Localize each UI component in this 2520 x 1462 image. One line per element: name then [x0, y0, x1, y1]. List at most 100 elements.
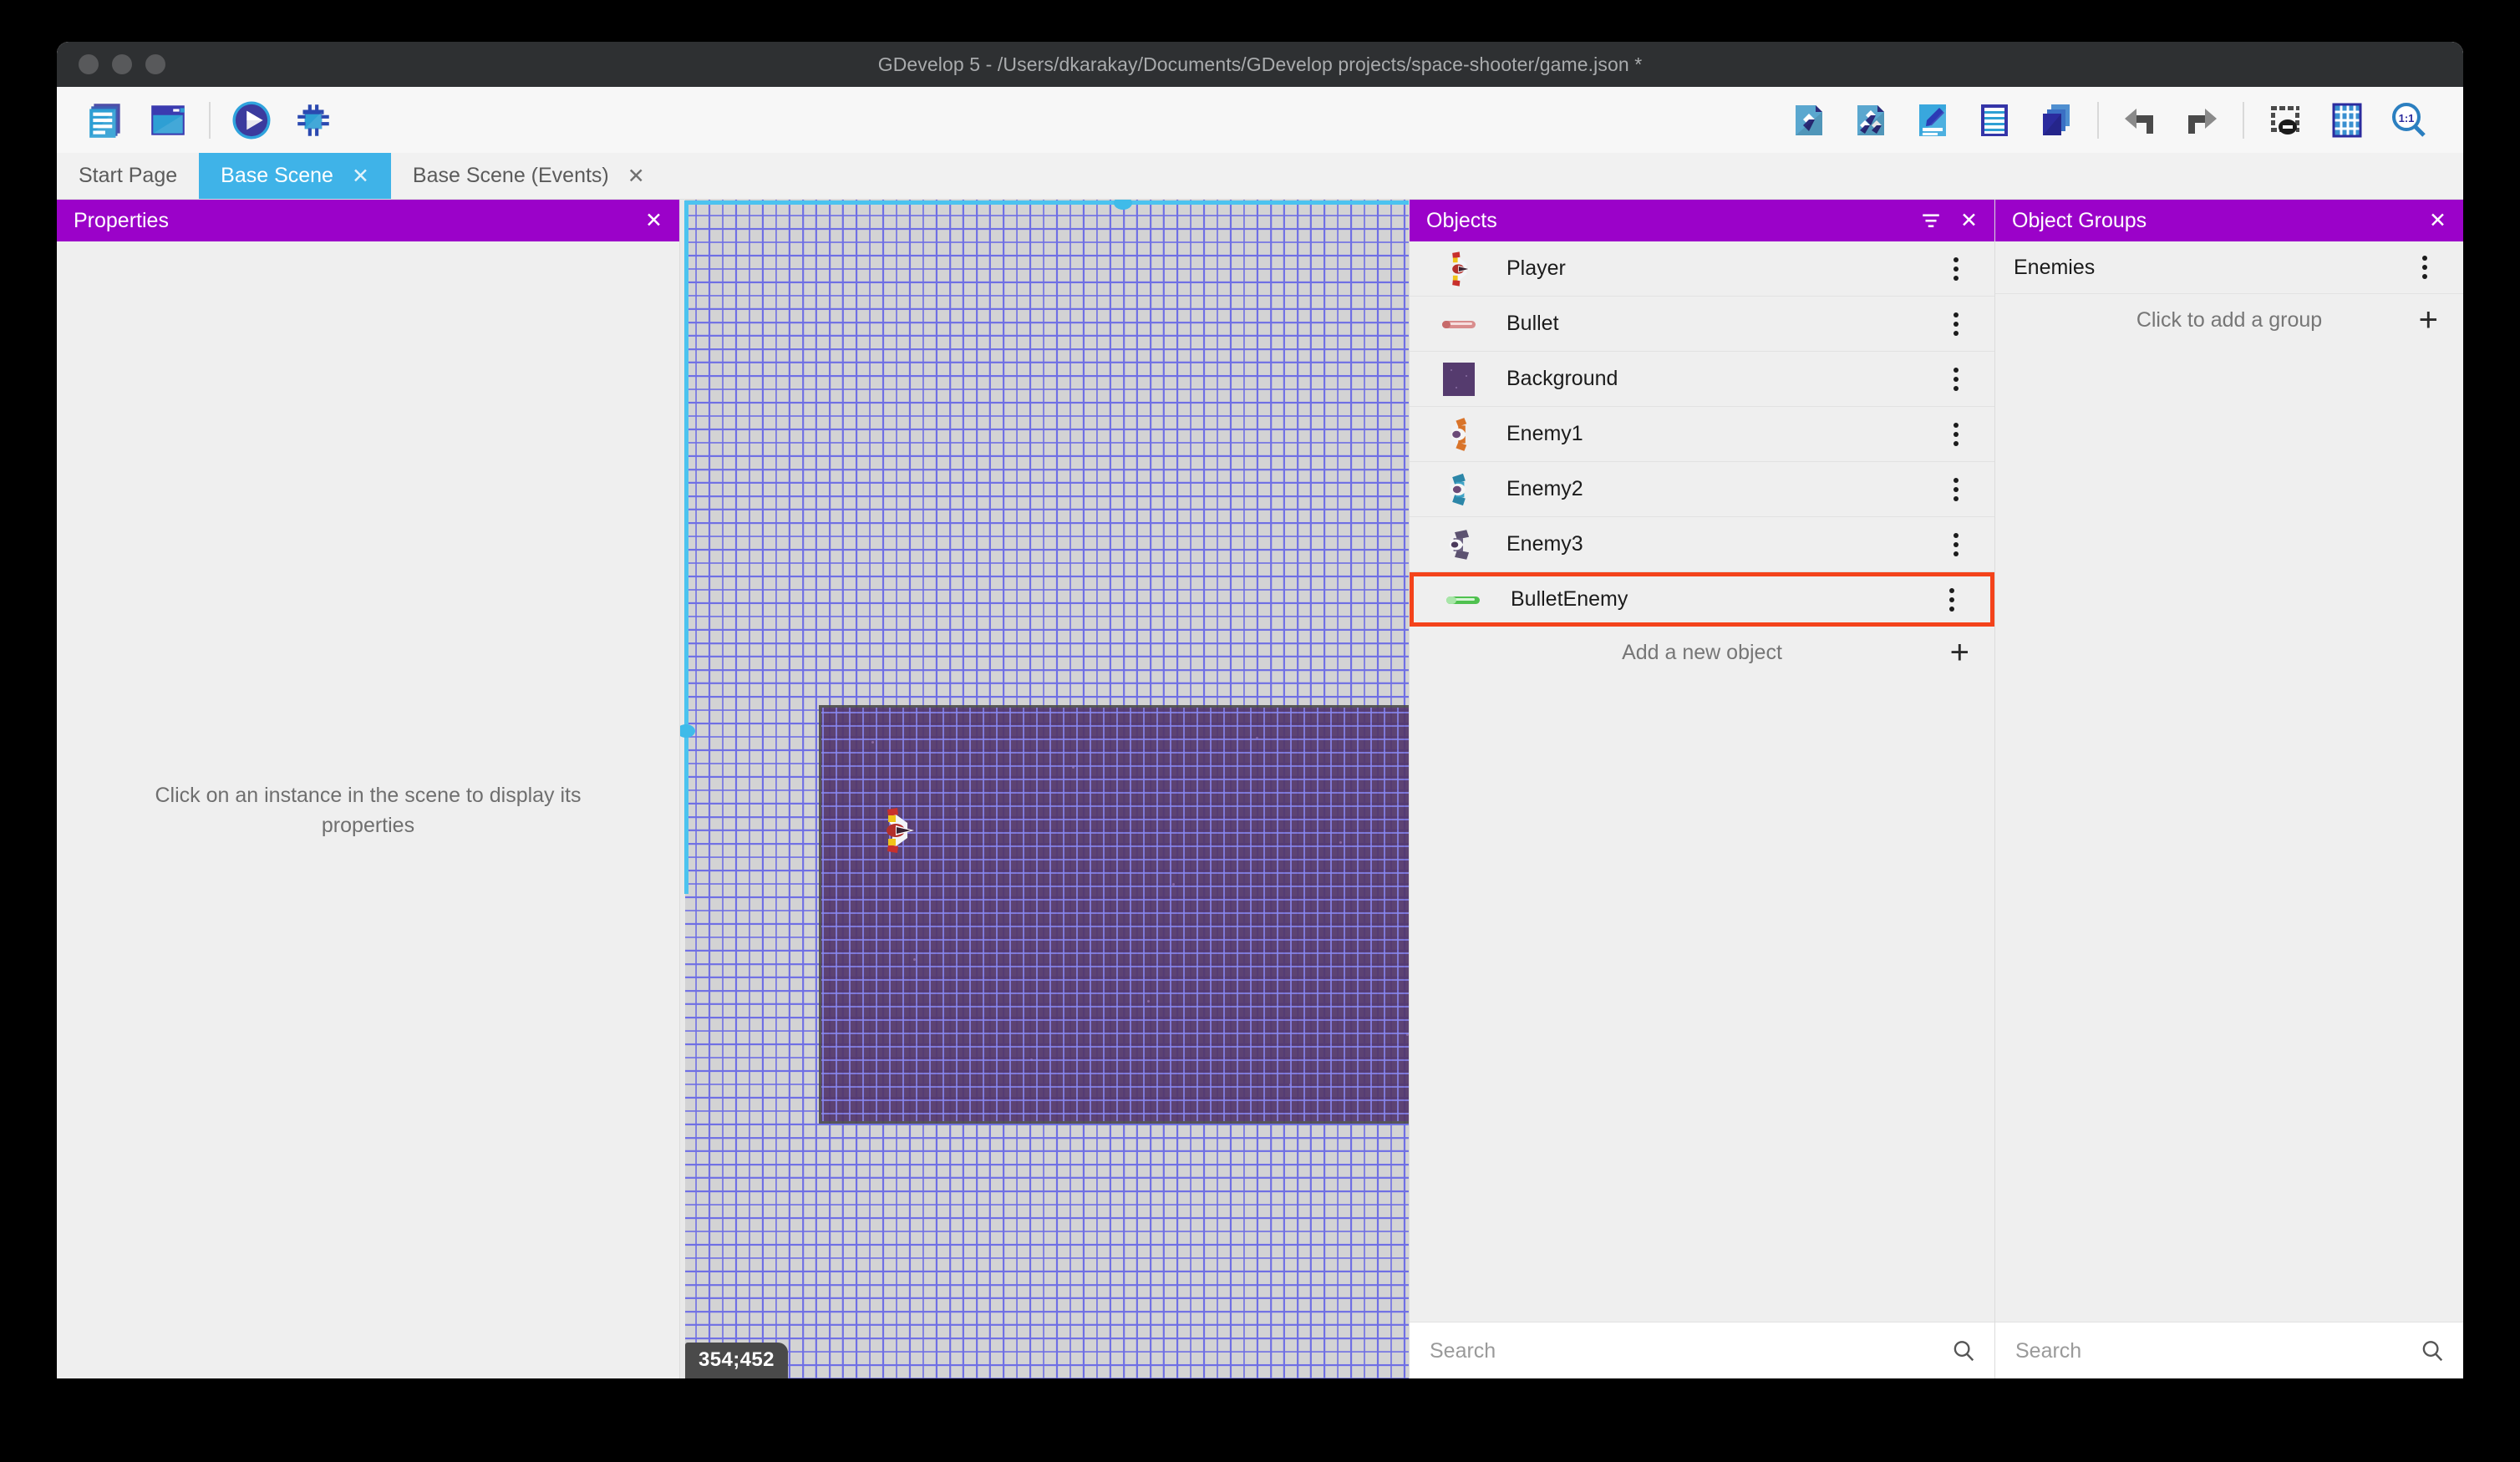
- object-name: Enemy2: [1506, 477, 1583, 500]
- group-options-menu-icon[interactable]: [2400, 256, 2450, 279]
- redo-arrow-icon[interactable]: [2178, 97, 2225, 144]
- edit-scene-properties-icon[interactable]: [1909, 97, 1956, 144]
- add-new-object-button[interactable]: Add a new object +: [1410, 627, 1994, 678]
- objects-search-input[interactable]: [1428, 1338, 1951, 1364]
- search-icon[interactable]: [1951, 1338, 1976, 1363]
- object-options-menu-icon[interactable]: [1931, 367, 1981, 391]
- object-options-menu-icon[interactable]: [1931, 532, 1981, 556]
- enemy3-ship-thumbnail: [1428, 526, 1490, 563]
- scene-editor-icon[interactable]: [145, 97, 191, 144]
- groups-panel-title: Object Groups: [2012, 208, 2147, 232]
- filter-icon[interactable]: [1920, 210, 1942, 231]
- toolbar-left-group: [75, 97, 344, 144]
- object-name: Player: [1506, 256, 1566, 280]
- objects-panel-header: Objects ✕: [1410, 200, 1994, 241]
- object-name: Enemy3: [1506, 532, 1583, 556]
- background-square-thumbnail: [1428, 362, 1490, 397]
- tab-label: Base Scene (Events): [412, 164, 609, 187]
- group-name: Enemies: [2014, 255, 2096, 279]
- tab-label: Base Scene: [221, 164, 333, 187]
- object-row-enemy3[interactable]: Enemy3: [1410, 517, 1994, 572]
- object-options-menu-icon[interactable]: [1931, 312, 1981, 336]
- scene-boundary-top: [684, 201, 1409, 205]
- object-row-bullet[interactable]: Bullet: [1410, 297, 1994, 352]
- window-controls[interactable]: [79, 54, 165, 74]
- search-icon[interactable]: [2420, 1338, 2445, 1363]
- add-new-group-button[interactable]: Click to add a group +: [1995, 294, 2463, 346]
- window-title: GDevelop 5 - /Users/dkarakay/Documents/G…: [877, 53, 1643, 75]
- close-icon[interactable]: ✕: [645, 208, 663, 233]
- background-stars: [821, 708, 1409, 1121]
- instance-player[interactable]: [874, 805, 926, 856]
- tab-close-icon[interactable]: ✕: [627, 164, 645, 189]
- zoom-button[interactable]: [145, 54, 165, 74]
- cursor-coordinates: 354;452: [685, 1343, 788, 1378]
- toolbar-separator-2: [2097, 101, 2099, 139]
- enemy2-ship-thumbnail: [1428, 471, 1490, 508]
- objects-panel: Objects ✕ Player Bullet Background Enemy…: [1409, 200, 1994, 1378]
- instance-background[interactable]: [819, 705, 1409, 1124]
- object-options-menu-icon[interactable]: [1931, 256, 1981, 281]
- tab-base-scene-events[interactable]: Base Scene (Events) ✕: [390, 153, 667, 199]
- toolbar-separator-3: [2243, 101, 2244, 139]
- enemy1-ship-thumbnail: [1428, 416, 1490, 453]
- add-object-label: Add a new object: [1622, 640, 1782, 664]
- add-object-icon[interactable]: [1786, 97, 1832, 144]
- toggle-grid-icon[interactable]: [2324, 97, 2370, 144]
- main-toolbar: 1:1: [57, 87, 2463, 153]
- close-icon[interactable]: ✕: [1960, 208, 1978, 233]
- zoom-one-to-one-icon[interactable]: 1:1: [2385, 97, 2432, 144]
- minimize-button[interactable]: [112, 54, 132, 74]
- objects-list: Player Bullet Background Enemy1 Enemy2 E…: [1410, 241, 1994, 1322]
- object-groups-panel: Object Groups ✕ Enemies Click to add a g…: [1994, 200, 2463, 1378]
- properties-empty-message: Click on an instance in the scene to dis…: [155, 783, 582, 837]
- close-icon[interactable]: ✕: [2429, 208, 2446, 233]
- object-row-player[interactable]: Player: [1410, 241, 1994, 297]
- group-row-enemies[interactable]: Enemies: [1995, 241, 2463, 294]
- tab-close-icon[interactable]: ✕: [352, 164, 369, 189]
- properties-panel-header: Properties ✕: [57, 200, 679, 241]
- object-row-background[interactable]: Background: [1410, 352, 1994, 407]
- scene-canvas[interactable]: 354;452: [680, 200, 1409, 1378]
- object-row-bulletenemy[interactable]: BulletEnemy: [1410, 572, 1994, 627]
- groups-search-input[interactable]: [2014, 1338, 2420, 1364]
- open-layers-icon[interactable]: [2033, 97, 2080, 144]
- toolbar-right-group: 1:1: [1778, 97, 2440, 144]
- open-objects-list-icon[interactable]: [1971, 97, 2018, 144]
- object-name: BulletEnemy: [1511, 587, 1628, 611]
- groups-list: Enemies Click to add a group +: [1995, 241, 2463, 1322]
- scene-boundary-left: [684, 201, 688, 894]
- properties-panel: Properties ✕ Click on an instance in the…: [57, 200, 680, 1378]
- object-options-menu-icon[interactable]: [1931, 477, 1981, 501]
- object-row-enemy1[interactable]: Enemy1: [1410, 407, 1994, 462]
- object-name: Background: [1506, 367, 1618, 390]
- object-name: Bullet: [1506, 312, 1559, 335]
- bullet-enemy-capsule-thumbnail: [1432, 591, 1494, 609]
- add-object-group-icon[interactable]: [1847, 97, 1894, 144]
- player-ship-thumbnail: [1428, 251, 1490, 287]
- object-options-menu-icon[interactable]: [1927, 587, 1977, 612]
- app-root: GDevelop 5 - /Users/dkarakay/Documents/G…: [0, 0, 2520, 1462]
- add-group-label: Click to add a group: [2136, 307, 2323, 332]
- properties-panel-title: Properties: [74, 208, 169, 232]
- editor-body: Properties ✕ Click on an instance in the…: [57, 200, 2463, 1378]
- close-button[interactable]: [79, 54, 99, 74]
- groups-panel-header: Object Groups ✕: [1995, 200, 2463, 241]
- tab-start-page[interactable]: Start Page: [57, 153, 200, 199]
- toggle-window-mask-icon[interactable]: [2262, 97, 2309, 144]
- tab-base-scene[interactable]: Base Scene ✕: [199, 153, 391, 199]
- application-window: GDevelop 5 - /Users/dkarakay/Documents/G…: [57, 42, 2463, 1378]
- svg-text:1:1: 1:1: [2399, 112, 2415, 124]
- object-row-enemy2[interactable]: Enemy2: [1410, 462, 1994, 517]
- objects-search-bar[interactable]: [1410, 1322, 1994, 1378]
- undo-arrow-icon[interactable]: [2116, 97, 2163, 144]
- object-name: Enemy1: [1506, 422, 1583, 445]
- objects-panel-title: Objects: [1426, 208, 1497, 232]
- toolbar-separator-1: [209, 101, 211, 139]
- object-options-menu-icon[interactable]: [1931, 422, 1981, 446]
- debug-chip-icon[interactable]: [290, 97, 337, 144]
- groups-search-bar[interactable]: [1995, 1322, 2463, 1378]
- preview-play-icon[interactable]: [228, 97, 275, 144]
- editor-tab-bar: Start Page Base Scene ✕ Base Scene (Even…: [57, 153, 2463, 200]
- open-project-manager-icon[interactable]: [83, 97, 130, 144]
